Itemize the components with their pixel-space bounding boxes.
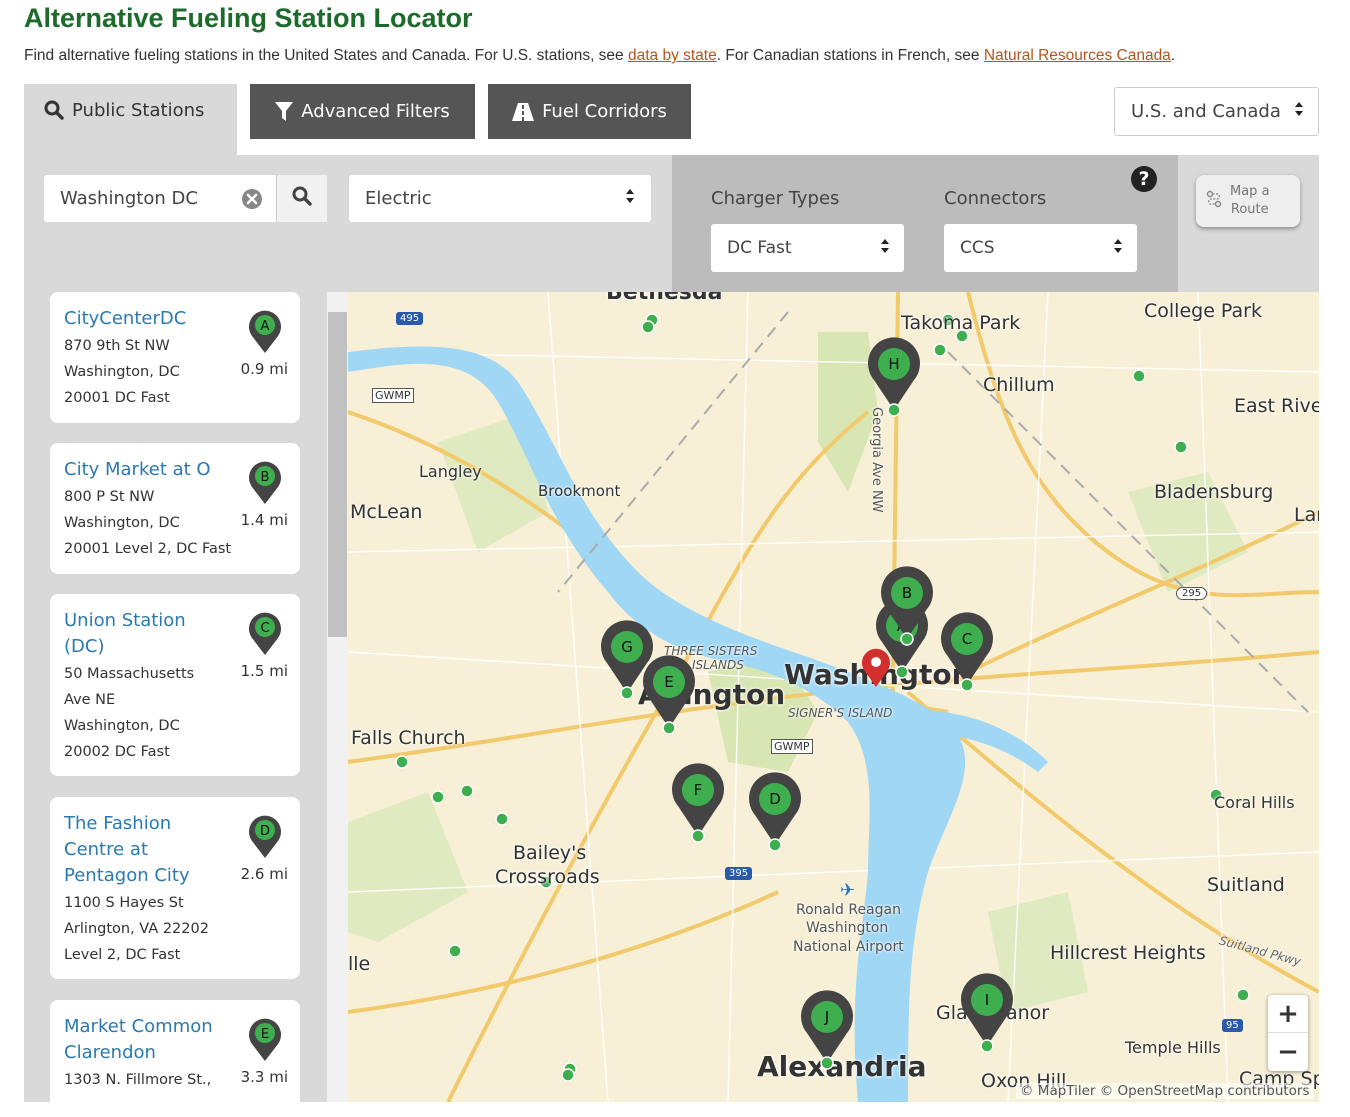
station-card-d[interactable]: The Fashion Centre at Pentagon City 1100… [50,797,300,979]
sort-caret-icon [1113,238,1123,259]
charger-type-select[interactable]: DC Fast [711,224,904,272]
station-map[interactable]: Bethesda Takoma Park College Park Chillu… [348,292,1319,1102]
zoom-in-button[interactable]: + [1268,995,1308,1033]
clear-icon[interactable] [241,188,263,210]
station-name[interactable]: The Fashion Centre at Pentagon City [64,811,214,889]
station-name[interactable]: CityCenterDC [64,306,224,332]
map-pin-icon: A [246,308,284,358]
tab-public-stations[interactable]: Public Stations [24,84,237,156]
natural-resources-canada-link[interactable]: Natural Resources Canada [984,47,1171,64]
fuel-type-select[interactable]: Electric [349,175,651,222]
station-name[interactable]: Union Station (DC) [64,608,214,660]
station-distance: 0.9 mi [240,360,288,378]
tab-fuel-corridors[interactable]: Fuel Corridors [488,84,691,139]
intro-text: Find alternative fueling stations in the… [24,47,1176,64]
station-distance: 1.4 mi [240,511,288,529]
search-button[interactable] [276,175,327,222]
map-a-route-button[interactable]: Map a Route [1196,175,1300,227]
map-pin-icon: C [246,610,284,660]
filter-icon [275,101,294,122]
tab-advanced-filters[interactable]: Advanced Filters [250,84,475,139]
help-icon[interactable]: ? [1131,166,1157,192]
station-name[interactable]: Market Common Clarendon [64,1014,224,1066]
svg-text:A: A [261,319,270,334]
zoom-out-button[interactable]: − [1268,1033,1308,1071]
sort-caret-icon [880,238,890,259]
scrollbar-thumb[interactable] [328,312,347,637]
connector-select[interactable]: CCS [944,224,1137,272]
svg-text:C: C [260,621,269,636]
station-distance: 3.3 mi [240,1068,288,1086]
station-card-e[interactable]: Market Common Clarendon 1303 N. Fillmore… [50,1000,300,1117]
map-tiles [348,292,1319,1102]
charger-types-label: Charger Types [711,188,840,209]
station-distance: 2.6 mi [240,865,288,883]
search-icon [44,100,64,125]
map-pin-icon: B [246,459,284,509]
station-name[interactable]: City Market at O [64,457,224,483]
map-pin-icon: D [246,813,284,863]
map-pin-icon: E [246,1016,284,1066]
svg-text:E: E [261,1027,269,1042]
region-select[interactable]: U.S. and Canada [1114,87,1319,136]
sort-caret-icon [1294,101,1304,122]
route-icon [1206,190,1222,212]
data-by-state-link[interactable]: data by state [628,47,717,64]
station-card-c[interactable]: Union Station (DC) 50 Massachusetts Ave … [50,594,300,776]
zoom-controls: + − [1268,995,1308,1071]
svg-text:D: D [260,824,270,839]
station-card-b[interactable]: City Market at O 800 P St NW Washington,… [50,443,300,574]
page-title: Alternative Fueling Station Locator [24,3,473,33]
svg-text:B: B [261,470,270,485]
station-distance: 1.5 mi [240,662,288,680]
airport-icon: ✈ [840,880,856,901]
sort-caret-icon [625,188,635,209]
station-card-a[interactable]: CityCenterDC 870 9th St NW Washington, D… [50,292,300,423]
search-icon [292,186,312,211]
map-attribution: © MapTiler © OpenStreetMap contributors [1016,1083,1314,1099]
road-icon [512,102,535,121]
connectors-label: Connectors [944,188,1047,209]
